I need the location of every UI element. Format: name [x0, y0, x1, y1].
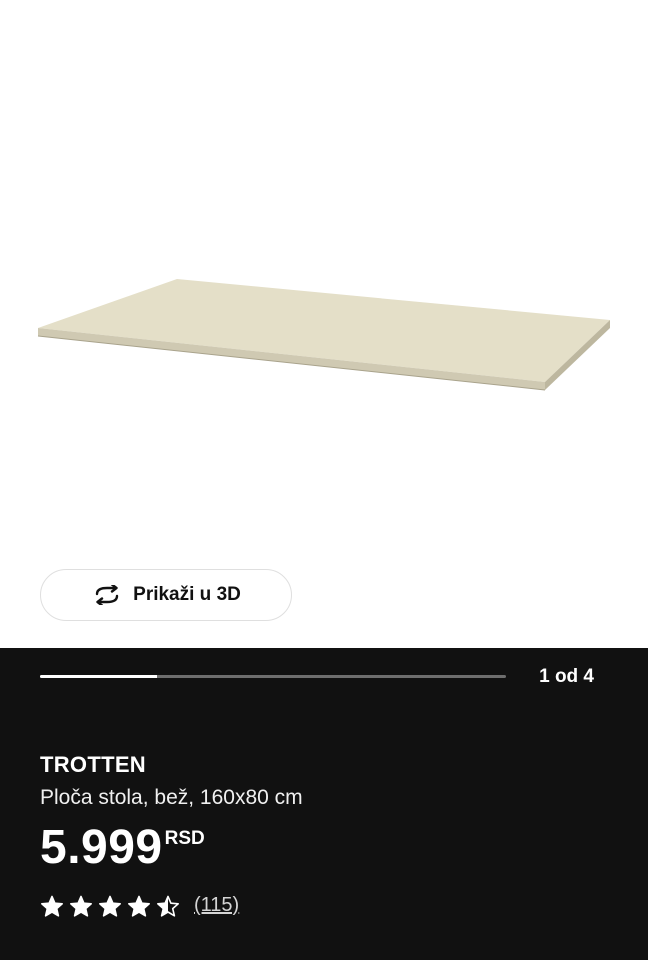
view-3d-button[interactable]: Prikaži u 3D [40, 569, 292, 621]
product-name: TROTTEN [40, 752, 146, 777]
product-info-panel: 1 od 4 TROTTEN Ploča stola, bež, 160x80 … [0, 648, 648, 960]
gallery-counter: 1 od 4 [539, 666, 594, 687]
star-full-icon [128, 895, 150, 917]
rating-stars [40, 895, 180, 917]
product-image [37, 279, 610, 391]
product-rating[interactable]: (115) [40, 894, 239, 917]
price-currency: RSD [164, 828, 205, 849]
star-full-icon [41, 895, 63, 917]
star-full-icon [70, 895, 92, 917]
product-price: 5.999 RSD [40, 820, 205, 876]
product-description: Ploča stola, bež, 160x80 cm [40, 786, 303, 809]
gallery-progress-fill [40, 675, 157, 678]
review-count-link[interactable]: (115) [194, 894, 239, 917]
gallery-progress-bar [40, 675, 506, 678]
rotate-3d-icon [95, 585, 119, 605]
star-half-icon [157, 895, 179, 917]
star-full-icon [99, 895, 121, 917]
price-amount: 5.999 [40, 821, 163, 874]
view-3d-label: Prikaži u 3D [133, 584, 241, 605]
product-image-area[interactable]: Prikaži u 3D [0, 0, 648, 648]
